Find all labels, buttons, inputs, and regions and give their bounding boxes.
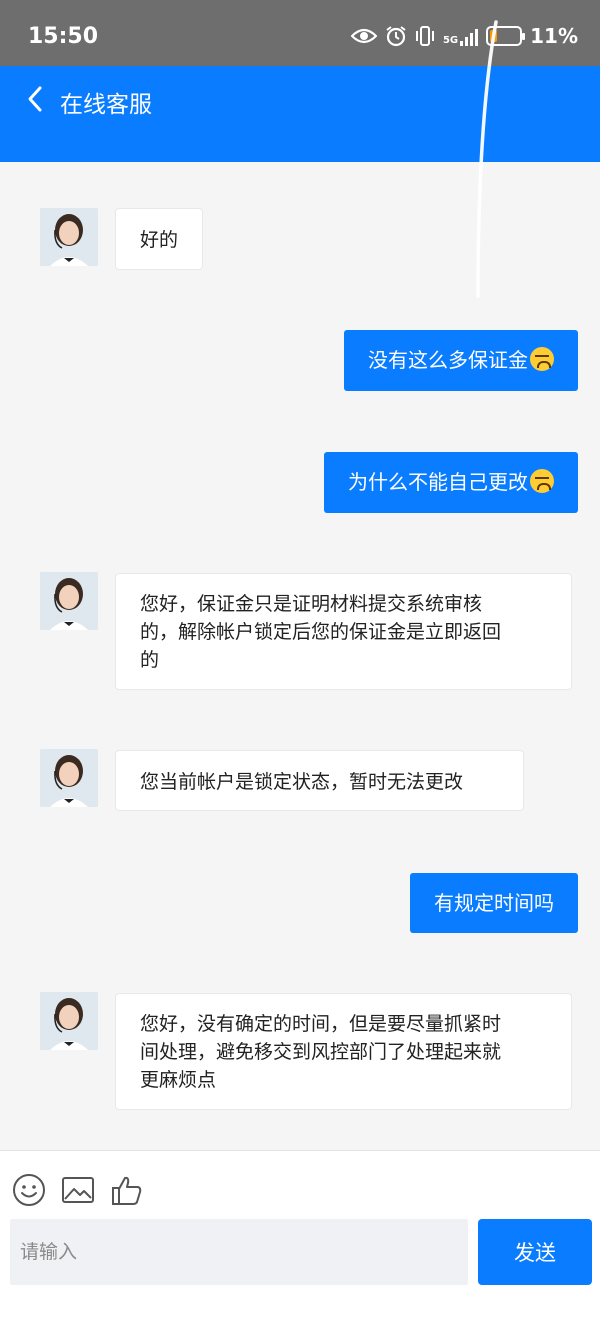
- agent-avatar: [40, 749, 98, 807]
- agent-message: 您当前帐户是锁定状态，暂时无法更改: [115, 750, 524, 811]
- battery-icon: [486, 26, 526, 46]
- status-bar: 15:50 5G 11%: [0, 0, 600, 66]
- message-input[interactable]: [10, 1219, 468, 1285]
- chat-area[interactable]: 好的 没有这么多保证金 为什么不能自己更改 您好，保证金只是证明材料提交系统审核…: [0, 162, 600, 1150]
- agent-message: 您好，没有确定的时间，但是要尽量抓紧时 间处理，避免移交到风控部门了处理起来就 …: [115, 993, 572, 1110]
- agent-message: 好的: [115, 208, 204, 270]
- network-type: 5G: [442, 35, 459, 46]
- message-line: 间处理，避免移交到风控部门了处理起来就: [140, 1041, 502, 1063]
- user-message: 没有这么多保证金: [344, 330, 578, 391]
- message-text: 好的: [140, 229, 179, 251]
- message-line: 的: [140, 649, 160, 671]
- message-text: 您当前帐户是锁定状态，暂时无法更改: [140, 771, 464, 793]
- message-text: 有规定时间吗: [434, 891, 554, 915]
- crying-face-emoji: [530, 469, 554, 493]
- send-button[interactable]: 发送: [478, 1219, 592, 1285]
- thumbs-up-icon[interactable]: [110, 1173, 144, 1207]
- user-message: 有规定时间吗: [410, 873, 578, 933]
- battery-percent: 11%: [530, 24, 578, 48]
- agent-avatar: [40, 208, 98, 266]
- alarm-icon: [386, 26, 406, 47]
- chevron-left-icon[interactable]: [22, 84, 50, 114]
- tired-face-emoji: [530, 347, 554, 371]
- header: 在线客服: [0, 66, 600, 162]
- agent-message: 您好，保证金只是证明材料提交系统审核 的，解除帐户锁定后您的保证金是立即返回 的: [115, 573, 572, 690]
- message-line: 您好，保证金只是证明材料提交系统审核: [140, 593, 483, 615]
- smiley-icon[interactable]: [12, 1173, 46, 1207]
- status-time: 15:50: [28, 24, 99, 49]
- message-line: 的，解除帐户锁定后您的保证金是立即返回: [140, 621, 502, 643]
- agent-avatar: [40, 572, 98, 630]
- status-icons: 5G 11%: [350, 24, 578, 48]
- image-icon[interactable]: [61, 1173, 95, 1207]
- agent-avatar: [40, 992, 98, 1050]
- signal-icon: 5G: [442, 26, 479, 46]
- message-text: 没有这么多保证金: [368, 348, 528, 372]
- message-line: 您好，没有确定的时间，但是要尽量抓紧时: [140, 1013, 502, 1035]
- battery-level: [490, 30, 498, 42]
- input-toolbar: 发送: [0, 1150, 600, 1325]
- user-message: 为什么不能自己更改: [324, 452, 578, 513]
- message-line: 更麻烦点: [140, 1069, 217, 1091]
- message-text: 为什么不能自己更改: [348, 470, 528, 494]
- page-title: 在线客服: [60, 92, 152, 118]
- vibrate-icon: [415, 26, 434, 46]
- eye-icon: [350, 28, 377, 44]
